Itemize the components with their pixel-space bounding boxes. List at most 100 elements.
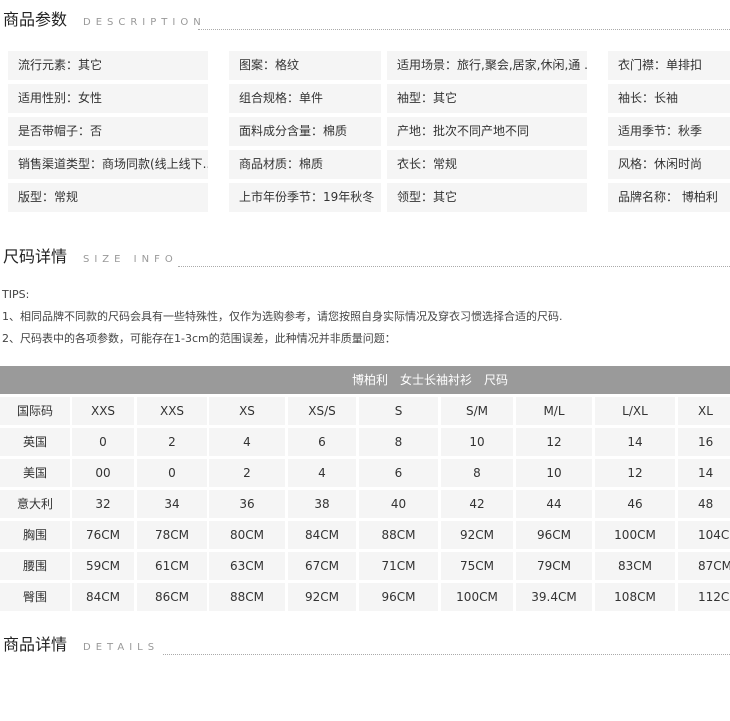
size-cell: 92CM	[288, 583, 356, 611]
size-cell: 92CM	[441, 521, 513, 549]
size-cell: 10	[516, 459, 592, 487]
size-cell: 88CM	[209, 583, 285, 611]
param-cell: 流行元素：其它	[8, 51, 208, 80]
params-title: 商品参数	[3, 10, 68, 29]
size-cell: 8	[441, 459, 513, 487]
size-cell: 96CM	[516, 521, 592, 549]
param-cell: 商品材质：棉质	[229, 150, 381, 179]
size-cell: 100CM	[441, 583, 513, 611]
table-row: 意大利 32 34 36 38 40 42 44 46 48	[0, 490, 730, 521]
param-cell: 版型：常规	[8, 183, 208, 212]
param-cell: 面料成分含量：棉质	[229, 117, 381, 146]
table-row: 胸围76CM78CM80CM84CM88CM92CM96CM100CM104CM	[0, 521, 730, 552]
tips-line-1: 1、相同品牌不同款的尺码会具有一些特殊性，仅作为选购参考，请您按照自身实际情况及…	[2, 310, 563, 323]
size-cell: 61CM	[137, 552, 207, 580]
size-cell: 38	[288, 490, 356, 518]
size-cell: 76CM	[72, 521, 134, 549]
details-divider	[163, 654, 730, 655]
row-header-cell: 意大利	[0, 490, 70, 518]
size-cell: 84CM	[288, 521, 356, 549]
param-cell: 图案：格纹	[229, 51, 381, 80]
tips-label: TIPS:	[2, 288, 30, 301]
size-cell: 32	[72, 490, 134, 518]
size-cell: 14	[678, 459, 730, 487]
size-cell: 86CM	[137, 583, 207, 611]
size-cell: 6	[288, 428, 356, 456]
size-cell: XXS	[72, 397, 134, 425]
params-section-header: 商品参数 DESCRIPTION	[3, 4, 730, 34]
param-cell: 销售渠道类型：商场同款(线上线下...	[8, 150, 208, 179]
param-cell: 产地：批次不同产地不同	[387, 117, 587, 146]
table-row: 英国 0 2 4 6 8 10 12 14 16	[0, 428, 730, 459]
size-table-title: 博柏利 女士长袖衬衫 尺码	[352, 373, 509, 387]
size-cell: 12	[516, 428, 592, 456]
size-cell: 88CM	[359, 521, 438, 549]
size-cell: XL	[678, 397, 730, 425]
size-cell: 0	[137, 459, 207, 487]
size-cell: 71CM	[359, 552, 438, 580]
size-title: 尺码详情	[3, 247, 68, 266]
param-cell: 袖长：长袖	[608, 84, 730, 113]
size-cell: 78CM	[137, 521, 207, 549]
size-cell: XS	[209, 397, 285, 425]
size-cell: 8	[359, 428, 438, 456]
size-cell: 4	[209, 428, 285, 456]
params-row: 流行元素：其它 图案：格纹 适用场景：旅行,聚会,居家,休闲,通 ... 衣门襟：单排…	[8, 51, 730, 84]
size-cell: 46	[595, 490, 675, 518]
param-cell: 袖型：其它	[387, 84, 587, 113]
size-cell: 34	[137, 490, 207, 518]
row-header-cell: 国际码	[0, 397, 70, 425]
size-cell: 80CM	[209, 521, 285, 549]
params-grid: 流行元素：其它 图案：格纹 适用场景：旅行,聚会,居家,休闲,通 ... 衣门襟：单排…	[8, 51, 730, 216]
size-cell: 96CM	[359, 583, 438, 611]
size-cell: 12	[595, 459, 675, 487]
size-cell: S	[359, 397, 438, 425]
param-cell: 是否带帽子：否	[8, 117, 208, 146]
size-cell: 00	[72, 459, 134, 487]
size-cell: M/L	[516, 397, 592, 425]
size-cell: 2	[209, 459, 285, 487]
param-cell: 风格：休闲时尚	[608, 150, 730, 179]
param-cell: 衣门襟：单排扣	[608, 51, 730, 80]
size-cell: 67CM	[288, 552, 356, 580]
params-row: 是否带帽子：否 面料成分含量：棉质 产地：批次不同产地不同 适用季节：秋季	[8, 117, 730, 150]
row-header-cell: 臀围	[0, 583, 70, 611]
param-cell: 适用场景：旅行,聚会,居家,休闲,通 ...	[387, 51, 587, 80]
row-header-cell: 英国	[0, 428, 70, 456]
size-cell: 4	[288, 459, 356, 487]
details-title: 商品详情	[3, 635, 68, 654]
size-cell: 63CM	[209, 552, 285, 580]
size-cell: 108CM	[595, 583, 675, 611]
size-cell: 2	[137, 428, 207, 456]
size-cell: 10	[441, 428, 513, 456]
size-cell: 75CM	[441, 552, 513, 580]
param-cell: 衣长：常规	[387, 150, 587, 179]
size-divider	[178, 266, 730, 267]
size-cell: 84CM	[72, 583, 134, 611]
size-cell: XXS	[137, 397, 207, 425]
param-cell: 适用季节：秋季	[608, 117, 730, 146]
size-cell: 112CM	[678, 583, 730, 611]
row-header-cell: 美国	[0, 459, 70, 487]
size-cell: 0	[72, 428, 134, 456]
size-cell: 39.4CM	[516, 583, 592, 611]
table-row: 臀围 84CM 86CM 88CM 92CM 96CM 100CM 39.4CM 108CM 11…	[0, 583, 730, 614]
size-cell: 40	[359, 490, 438, 518]
params-title-en: DESCRIPTION	[83, 17, 206, 28]
size-cell: L/XL	[595, 397, 675, 425]
size-cell: 42	[441, 490, 513, 518]
size-cell: 44	[516, 490, 592, 518]
size-cell: 14	[595, 428, 675, 456]
size-cell: 79CM	[516, 552, 592, 580]
size-table: 国际码 XXS XXS XS XS/S S S/M M/L L/XL XL 英国 0 2 4 6 8 10 12 1…	[0, 397, 730, 614]
param-cell: 适用性别：女性	[8, 84, 208, 113]
size-title-en: SIZE INFO	[83, 254, 178, 265]
size-cell: 100CM	[595, 521, 675, 549]
details-section-header: 商品详情 DETAILS	[3, 629, 730, 659]
table-row: 美国 00 0 2 4 6 8 10 12 14	[0, 459, 730, 490]
params-divider	[198, 29, 730, 30]
size-cell: 48	[678, 490, 730, 518]
size-cell: XS/S	[288, 397, 356, 425]
size-cell: S/M	[441, 397, 513, 425]
params-row: 适用性别：女性 组合规格：单件 袖型：其它 袖长：长袖	[8, 84, 730, 117]
